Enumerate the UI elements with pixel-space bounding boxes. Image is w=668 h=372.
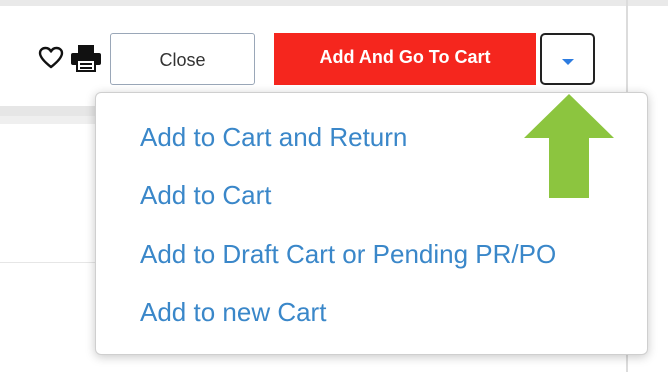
menu-item-add-to-new-cart[interactable]: Add to new Cart [140,297,326,327]
add-options-dropdown-toggle[interactable] [540,33,595,85]
top-divider [0,0,668,6]
close-button[interactable]: Close [110,33,255,85]
menu-item-add-to-draft-cart[interactable]: Add to Draft Cart or Pending PR/PO [140,239,556,269]
background-divider [0,262,100,263]
add-and-go-to-cart-button[interactable]: Add And Go To Cart [274,33,536,85]
caret-down-icon [562,59,574,65]
up-arrow-icon [524,94,614,198]
menu-item-add-to-cart-and-return[interactable]: Add to Cart and Return [140,122,407,152]
printer-icon[interactable] [70,44,102,72]
heart-outline-icon[interactable] [38,46,64,70]
menu-item-add-to-cart[interactable]: Add to Cart [140,180,272,210]
background-band-shadow [0,116,110,124]
